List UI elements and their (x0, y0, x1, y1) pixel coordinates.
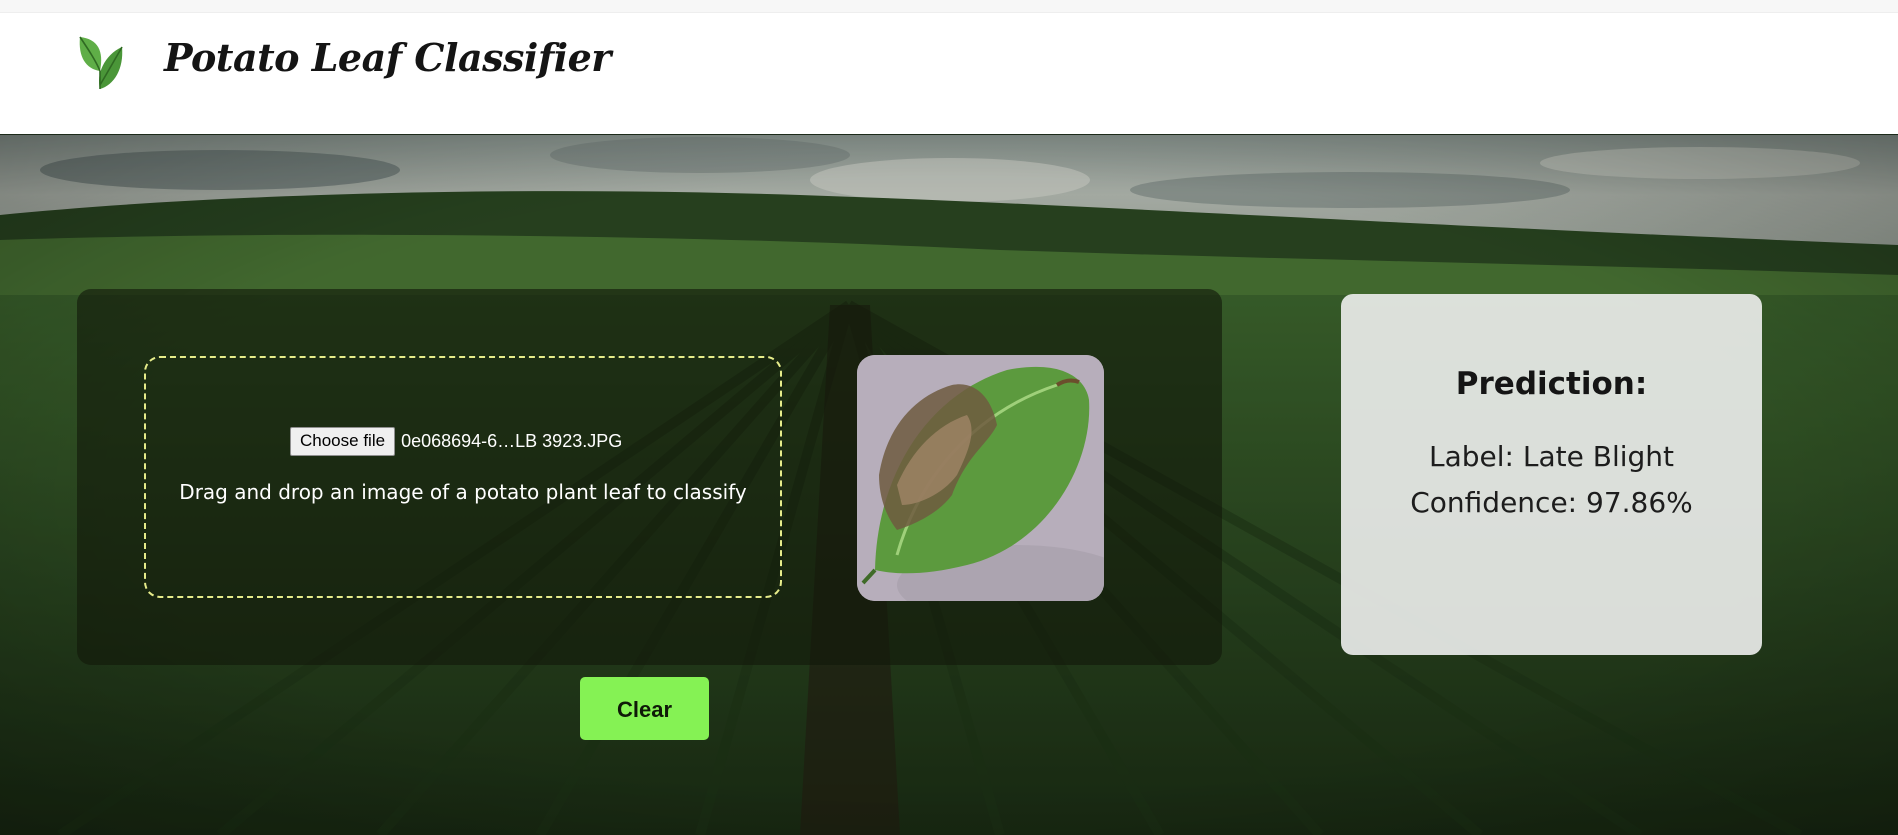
prediction-confidence: Confidence: 97.86% (1410, 486, 1693, 519)
leaf-photo (857, 355, 1104, 601)
dropzone-hint: Drag and drop an image of a potato plant… (179, 480, 747, 504)
browser-top-strip (0, 0, 1898, 13)
dropzone[interactable] (144, 356, 782, 598)
selected-file-name: 0e068694-6…LB 3923.JPG (401, 430, 623, 451)
choose-file-button[interactable]: Choose file (290, 426, 396, 456)
prediction-panel (1341, 294, 1762, 655)
leaf-icon (79, 36, 123, 89)
app-title: Potato Leaf Classifier (164, 35, 611, 80)
app-header: Potato Leaf Classifier (0, 13, 1898, 134)
clear-button[interactable]: Clear (580, 677, 709, 740)
prediction-title: Prediction: (1455, 366, 1648, 402)
prediction-label: Label: Late Blight (1429, 440, 1674, 473)
file-input[interactable]: Choose file 0e068694-6…LB 3923.JPG (290, 426, 623, 456)
leaf-preview-image (857, 355, 1104, 601)
